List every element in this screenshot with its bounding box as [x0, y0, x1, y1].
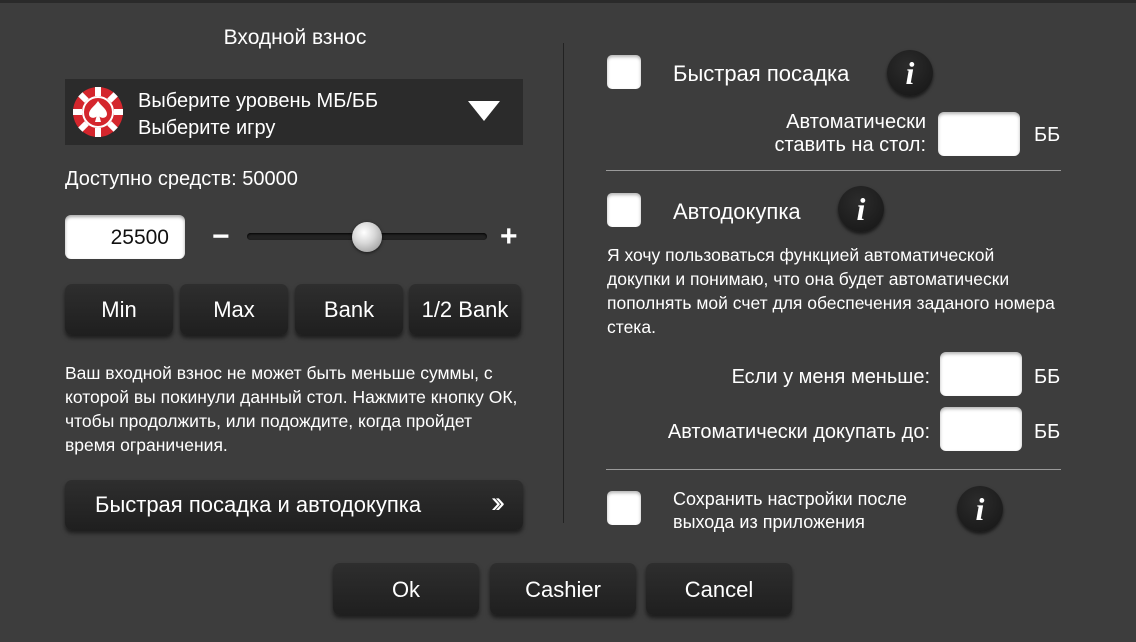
buy-in-amount-input[interactable]: 25500 [65, 215, 185, 259]
section-divider [606, 469, 1061, 470]
half-bank-button[interactable]: 1/2 Bank [409, 284, 521, 335]
column-divider [563, 43, 564, 523]
info-icon[interactable]: i [957, 486, 1003, 532]
autobuy-description: Я хочу пользоваться функцией автоматичес… [607, 245, 1055, 337]
increase-button[interactable]: + [500, 222, 518, 252]
bb-unit: ББ [1034, 124, 1061, 146]
section-divider [606, 170, 1061, 171]
auto-seat-label: Автоматически ставить на стол: [726, 111, 926, 157]
bb-unit: ББ [1034, 366, 1061, 388]
buy-in-note: Ваш входной взнос не может быть меньше с… [65, 363, 518, 455]
triangle-down-icon[interactable] [468, 101, 500, 121]
info-icon[interactable]: i [887, 50, 933, 96]
auto-seat-label-line1: Автоматически [786, 111, 926, 133]
decrease-button[interactable]: − [212, 222, 230, 252]
autobuy-label: Автодокупка [673, 199, 801, 224]
cashier-button[interactable]: Cashier [490, 563, 636, 615]
ok-button[interactable]: Ok [333, 563, 479, 615]
rebuy-to-label: Автоматически докупать до: [667, 421, 930, 443]
stakes-placeholder: Выберите уровень МБ/ББ [138, 90, 379, 112]
cancel-button[interactable]: Cancel [646, 563, 792, 615]
available-funds: Доступно средств: 50000 [65, 168, 298, 190]
fast-seat-autobuy-label: Быстрая посадка и автодокупка [95, 492, 422, 517]
save-settings-line1: Сохранить настройки после [673, 489, 907, 509]
double-chevron-right-icon: ›› [491, 486, 505, 519]
buy-in-slider-thumb[interactable] [352, 222, 382, 252]
save-settings-checkbox[interactable] [607, 491, 641, 525]
bb-unit: ББ [1034, 421, 1061, 443]
save-settings-line2: выхода из приложения [673, 512, 865, 532]
min-button[interactable]: Min [65, 284, 173, 335]
fast-seat-checkbox[interactable] [607, 55, 641, 89]
game-placeholder: Выберите игру [138, 117, 276, 139]
poker-chip-spade-icon [73, 87, 123, 137]
max-button[interactable]: Max [180, 284, 288, 335]
auto-seat-label-line2: ставить на стол: [774, 134, 926, 156]
fast-seat-autobuy-button[interactable]: Быстрая посадка и автодокупка ›› [65, 480, 523, 530]
auto-seat-input[interactable] [938, 112, 1020, 156]
top-border [0, 0, 1136, 3]
rebuy-to-input[interactable] [940, 407, 1022, 451]
stakes-dropdown[interactable]: Выберите уровень МБ/ББ Выберите игру [65, 79, 523, 145]
buy-in-title: Входной взнос [223, 26, 367, 49]
if-less-label: Если у меня меньше: [731, 366, 930, 388]
fast-seat-label: Быстрая посадка [673, 61, 850, 86]
if-less-input[interactable] [940, 352, 1022, 396]
save-settings-label: Сохранить настройки после выхода из прил… [673, 488, 907, 534]
autobuy-checkbox[interactable] [607, 193, 641, 227]
bank-button[interactable]: Bank [295, 284, 403, 335]
info-icon[interactable]: i [838, 186, 884, 232]
